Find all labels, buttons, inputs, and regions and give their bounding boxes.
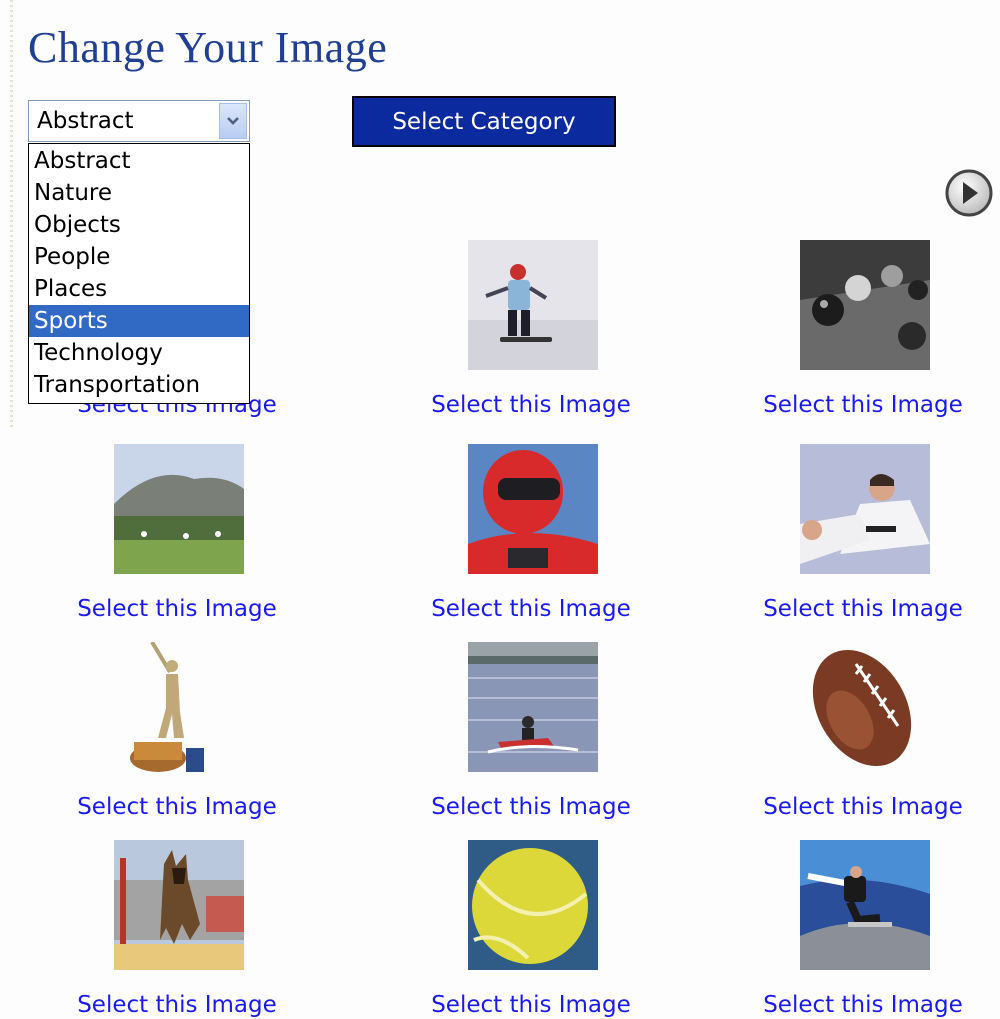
select-image-link[interactable]: Select this Image (401, 596, 661, 622)
category-option[interactable]: Objects (29, 209, 249, 241)
image-thumbnail[interactable] (114, 642, 244, 772)
image-thumbnail[interactable] (800, 840, 930, 970)
category-option[interactable]: People (29, 241, 249, 273)
category-option[interactable]: Nature (29, 177, 249, 209)
select-image-link[interactable]: Select this Image (47, 596, 307, 622)
image-thumbnail[interactable] (468, 642, 598, 772)
category-select[interactable]: Abstract (28, 100, 250, 142)
select-image-link[interactable]: Select this Image (401, 992, 661, 1018)
chevron-down-icon[interactable] (219, 103, 247, 139)
left-dotted-rule (10, 0, 13, 430)
select-image-link[interactable]: Select this Image (401, 794, 661, 820)
image-thumbnail[interactable] (114, 444, 244, 574)
category-option[interactable]: Places (29, 273, 249, 305)
select-image-link[interactable]: Select this Image (733, 794, 993, 820)
category-option-highlighted[interactable]: Sports (29, 305, 249, 337)
image-thumbnail[interactable] (800, 642, 930, 772)
select-image-link[interactable]: Select this Image (733, 596, 993, 622)
select-category-button[interactable]: Select Category (352, 96, 616, 147)
page-title: Change Your Image (28, 23, 388, 72)
select-image-link[interactable]: Select this Image (401, 392, 661, 418)
image-thumbnail[interactable] (800, 240, 930, 370)
image-thumbnail[interactable] (468, 240, 598, 370)
category-dropdown-list: Abstract Nature Objects People Places Sp… (28, 143, 250, 404)
category-option[interactable]: Transportation (29, 369, 249, 401)
category-option[interactable]: Technology (29, 337, 249, 369)
image-thumbnail[interactable] (468, 840, 598, 970)
select-image-link[interactable]: Select this Image (733, 392, 993, 418)
category-select-value: Abstract (37, 108, 134, 134)
image-thumbnail[interactable] (114, 840, 244, 970)
image-thumbnail[interactable] (468, 444, 598, 574)
circle-play-arrow-icon[interactable] (944, 168, 994, 218)
image-thumbnail[interactable] (800, 444, 930, 574)
select-image-link[interactable]: Select this Image (47, 992, 307, 1018)
category-option[interactable]: Abstract (29, 145, 249, 177)
select-image-link[interactable]: Select this Image (733, 992, 993, 1018)
select-image-link[interactable]: Select this Image (47, 794, 307, 820)
